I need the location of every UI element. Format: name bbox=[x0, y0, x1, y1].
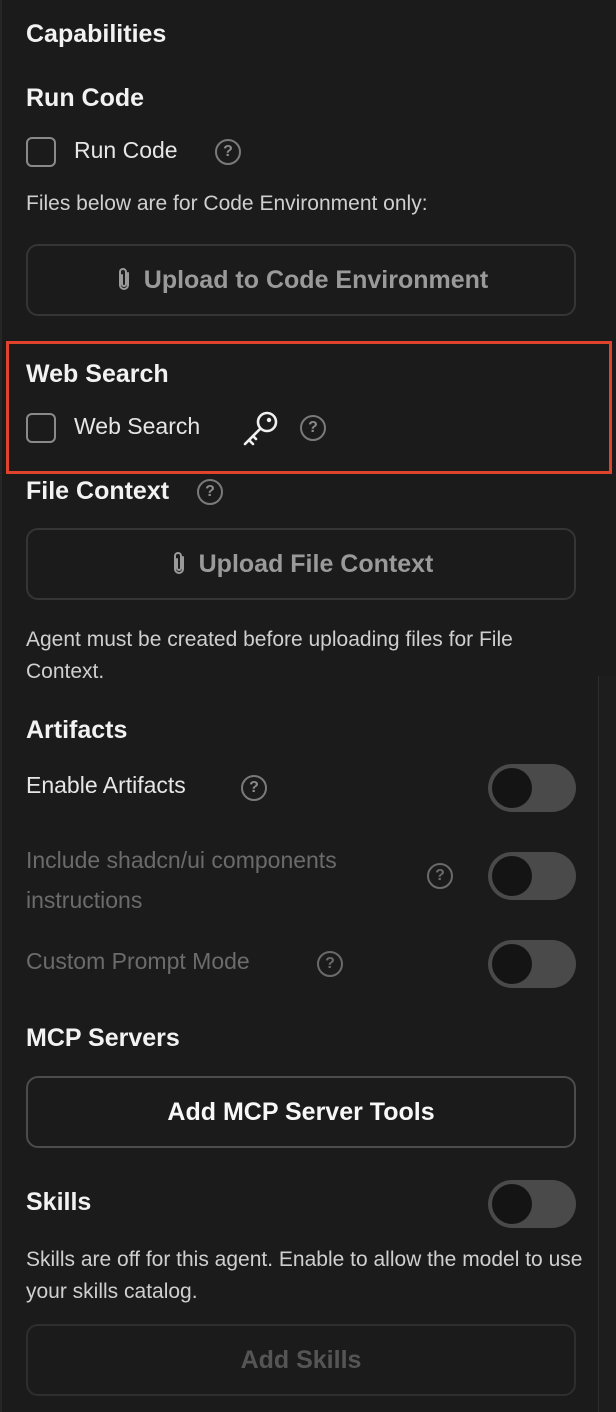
file-context-heading: File Context bbox=[26, 477, 170, 505]
enable-artifacts-help-icon[interactable]: ? bbox=[241, 775, 267, 801]
upload-code-env-button[interactable]: Upload to Code Environment bbox=[26, 244, 576, 316]
skills-toggle[interactable] bbox=[488, 1180, 576, 1228]
shadcn-help-icon[interactable]: ? bbox=[427, 863, 453, 889]
shadcn-toggle[interactable] bbox=[488, 852, 576, 900]
shadcn-label: Include shadcn/ui components instruction… bbox=[26, 847, 337, 913]
add-mcp-tools-button[interactable]: Add MCP Server Tools bbox=[26, 1076, 576, 1148]
mcp-heading: MCP Servers bbox=[26, 1024, 180, 1052]
panel-border bbox=[0, 0, 2, 1412]
run-code-checkbox[interactable] bbox=[26, 137, 56, 167]
add-skills-button[interactable]: Add Skills bbox=[26, 1324, 576, 1396]
upload-code-env-label: Upload to Code Environment bbox=[143, 265, 489, 294]
toggle-knob bbox=[492, 1184, 532, 1224]
toggle-knob bbox=[492, 944, 532, 984]
run-code-heading: Run Code bbox=[26, 84, 145, 112]
file-context-help-icon[interactable]: ? bbox=[197, 479, 223, 505]
web-search-help-icon[interactable]: ? bbox=[300, 415, 326, 441]
web-search-label: Web Search bbox=[74, 413, 201, 439]
custom-prompt-toggle[interactable] bbox=[488, 940, 576, 988]
capabilities-title: Capabilities bbox=[26, 20, 167, 48]
toggle-knob bbox=[492, 768, 532, 808]
web-search-checkbox[interactable] bbox=[26, 413, 56, 443]
run-code-help-icon[interactable]: ? bbox=[215, 139, 241, 165]
enable-artifacts-toggle[interactable] bbox=[488, 764, 576, 812]
enable-artifacts-label: Enable Artifacts bbox=[26, 772, 186, 798]
upload-file-context-label: Upload File Context bbox=[198, 549, 434, 578]
file-context-note: Agent must be created before uploading f… bbox=[26, 628, 513, 683]
paperclip-icon bbox=[118, 268, 129, 290]
key-icon[interactable] bbox=[240, 408, 282, 448]
artifacts-heading: Artifacts bbox=[26, 716, 128, 744]
web-search-heading: Web Search bbox=[26, 360, 169, 388]
skills-heading: Skills bbox=[26, 1188, 92, 1216]
run-code-note: Files below are for Code Environment onl… bbox=[26, 192, 428, 215]
toggle-knob bbox=[492, 856, 532, 896]
scrollbar[interactable] bbox=[598, 676, 616, 1412]
custom-prompt-label: Custom Prompt Mode bbox=[26, 948, 250, 974]
paperclip-icon bbox=[173, 552, 184, 574]
custom-prompt-help-icon[interactable]: ? bbox=[317, 951, 343, 977]
skills-note: Skills are off for this agent. Enable to… bbox=[26, 1248, 583, 1303]
run-code-label: Run Code bbox=[74, 137, 178, 163]
upload-file-context-button[interactable]: Upload File Context bbox=[26, 528, 576, 600]
